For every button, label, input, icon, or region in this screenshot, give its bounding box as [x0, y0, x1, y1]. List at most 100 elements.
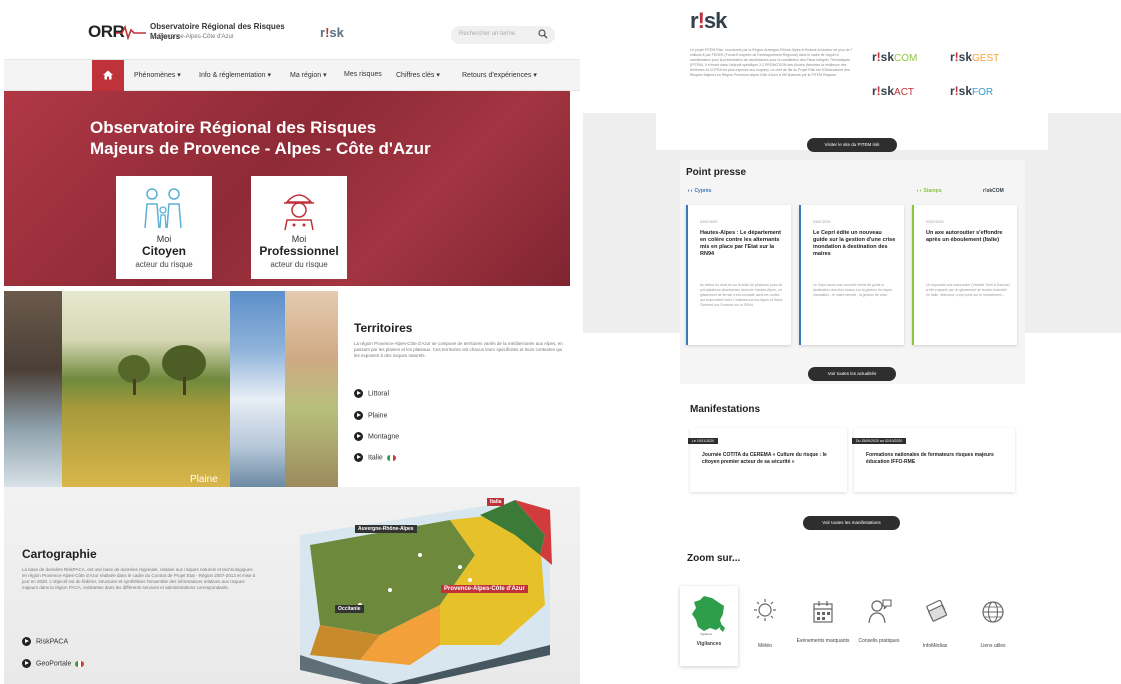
risk-intro-card: r!sk Le projet PITEM Risk, coordonné par… [656, 0, 1048, 152]
nav-phenomenes[interactable]: Phénomènes ▾ [134, 71, 181, 79]
infomedias-icon[interactable] [924, 600, 948, 622]
risk-logo[interactable]: r!sk [690, 8, 727, 34]
risk-description: Le projet PITEM Risk, coordonné par la R… [690, 48, 853, 77]
vigilance-badge: Vigilance [700, 632, 713, 636]
search-input[interactable]: Rechercher un terme [451, 26, 555, 44]
nav-info-reglementation[interactable]: Info & réglementation ▾ [199, 71, 271, 79]
photo-italie [285, 291, 338, 487]
orr-homepage: ORR Observatoire Régional des Risques Ma… [4, 4, 580, 684]
riskfor-logo[interactable]: r!skFOR [950, 84, 993, 98]
nav-retours-experiences[interactable]: Retours d'expériences ▾ [462, 71, 537, 79]
all-news-button[interactable]: Voir toutes les actualités [808, 367, 896, 381]
map-label-auvergne[interactable]: Auvergne-Rhône-Alpes [355, 525, 417, 533]
nav-chiffres-cles[interactable]: Chiffres clés ▾ [396, 71, 440, 79]
hero-title: Observatoire Régional des Risques Majeur… [90, 118, 431, 158]
press-article-card[interactable]: 04/07/2020 Hautes-Alpes : Le département… [686, 205, 791, 345]
territoires-title: Territoires [354, 321, 413, 335]
site-subtitle: en Provence-Alpes-Côte d'Azur [150, 34, 234, 40]
map-label-occitanie[interactable]: Occitanie [335, 605, 364, 613]
press-article-card[interactable]: 02/07/2020 Un axe autoroutier s'effondre… [912, 205, 1017, 345]
professionnel-label: Professionnel [259, 244, 339, 258]
screenshot-composite: ORR Observatoire Régional des Risques Ma… [0, 0, 1121, 684]
zoom-title: Zoom sur... [687, 553, 741, 564]
arrow-circle-icon [354, 389, 363, 398]
riskpaca-link[interactable]: RiskPACA [22, 637, 68, 646]
all-events-button[interactable]: Voir toutes les manifestations [803, 516, 900, 530]
source-riskcom[interactable]: r!skCOM [983, 188, 1004, 194]
article-headline[interactable]: Hautes-Alpes : Le département en colère … [700, 230, 784, 258]
territoires-description: La région Provence-Alpes-Côte d'Azur se … [354, 341, 563, 358]
worker-helmet-icon [284, 194, 314, 231]
visit-pitem-button[interactable]: Visiter le site du PITEM risk [807, 138, 897, 152]
seismograph-icon [116, 24, 146, 40]
arrow-circle-icon [22, 659, 31, 668]
cartographie-description: La base de données RiskPACA, est une bas… [22, 567, 256, 590]
zoom-label-evenements[interactable]: Evénements marquants [793, 638, 853, 645]
zoom-label-infomedias[interactable]: InfoMédias [905, 643, 965, 650]
event-date-badge: Le 19/11/2020 [688, 438, 719, 444]
territoire-link-plaine[interactable]: Plaine [354, 411, 387, 420]
map-label-italia[interactable]: Italia [487, 498, 505, 506]
italy-flag-icon [386, 454, 396, 461]
event-date-badge: Du 25/09/2020 au 02/10/2020 [852, 438, 907, 444]
source-cypres[interactable]: ◖◗ Cyprès [687, 188, 711, 194]
professionnel-card[interactable]: Moi Professionnel acteur du risque [251, 176, 347, 279]
source-color-bar [799, 205, 801, 345]
article-headline[interactable]: Un axe autoroutier s'effondre après un é… [926, 230, 1010, 244]
hero-banner: Observatoire Régional des Risques Majeur… [4, 91, 570, 286]
arrow-circle-icon [22, 637, 31, 646]
tree-illustration [118, 345, 206, 395]
source-stampa[interactable]: ◖◗ Stampa [916, 188, 942, 194]
arrow-circle-icon [354, 453, 363, 462]
zoom-label-liens[interactable]: Liens utiles [963, 643, 1023, 650]
event-title[interactable]: Journée COTITA du CEREMA « Culture du ri… [702, 452, 837, 466]
territoire-link-littoral[interactable]: Littoral [354, 389, 389, 398]
map-label-paca[interactable]: Provence-Alpes-Côte d'Azur [441, 585, 528, 593]
globe-link-icon[interactable] [981, 600, 1005, 624]
calendar-icon[interactable] [812, 600, 834, 624]
france-map-icon [692, 596, 725, 632]
zoom-label-conseils[interactable]: Conseils pratiques [849, 638, 909, 645]
riskgest-logo[interactable]: r!skGEST [950, 50, 999, 64]
territoires-photo-strip[interactable]: Plaine [4, 291, 338, 487]
manifestations-title: Manifestations [690, 404, 761, 415]
main-nav: Phénomènes ▾ Info & réglementation ▾ Ma … [4, 59, 580, 91]
arrow-circle-icon [354, 432, 363, 441]
citoyen-label: Citoyen [141, 244, 186, 258]
event-card[interactable]: Du 25/09/2020 au 02/10/2020 Formations n… [852, 428, 1015, 492]
riskact-logo[interactable]: r!skACT [872, 84, 914, 98]
nav-ma-region[interactable]: Ma région ▾ [290, 71, 327, 79]
territoire-link-italie[interactable]: Italie [354, 453, 396, 462]
arrow-circle-icon [354, 411, 363, 420]
risk-homepage: r!sk Le projet PITEM Risk, coordonné par… [583, 0, 1121, 684]
cartographie-section: Cartographie La base de données RiskPACA… [4, 487, 580, 684]
citoyen-card[interactable]: Moi Citoyen acteur du risque [116, 176, 212, 279]
home-icon [103, 70, 113, 80]
event-title[interactable]: Formations nationales de formateurs risq… [866, 452, 1005, 466]
source-color-bar [686, 205, 688, 345]
photo-montagne [230, 291, 285, 487]
territoire-link-montagne[interactable]: Montagne [354, 432, 399, 441]
event-card[interactable]: Le 19/11/2020 Journée COTITA du CEREMA «… [688, 428, 847, 492]
home-button[interactable] [92, 60, 124, 91]
advice-person-icon[interactable] [868, 598, 892, 624]
article-headline[interactable]: Le Cepri édite un nouveau guide sur la g… [813, 230, 897, 258]
photo-caption: Plaine [190, 474, 218, 485]
riskcom-logo[interactable]: r!skCOM [872, 50, 917, 64]
press-article-card[interactable]: 03/07/2020 Le Cepri édite un nouveau gui… [799, 205, 904, 345]
weather-sun-icon[interactable] [754, 598, 776, 624]
zoom-label-meteo[interactable]: Météo [735, 643, 795, 650]
nav-mes-risques[interactable]: Mes risques [344, 71, 382, 78]
3d-region-map[interactable] [300, 495, 580, 684]
family-icon [144, 188, 182, 229]
point-presse-title: Point presse [686, 167, 747, 178]
site-header: ORR Observatoire Régional des Risques Ma… [4, 4, 580, 60]
zoom-label-vigilances: Vigilances [696, 641, 722, 647]
territoires-panel: Territoires La région Provence-Alpes-Côt… [338, 291, 580, 487]
risk-partner-logo[interactable]: r!sk [320, 25, 344, 40]
geoportale-link[interactable]: GeoPortale [22, 659, 85, 668]
zoom-vigilances-card[interactable]: Vigilance Vigilances [680, 586, 738, 666]
source-color-bar [912, 205, 914, 345]
search-icon[interactable] [537, 28, 549, 40]
cartographie-title: Cartographie [22, 547, 97, 561]
